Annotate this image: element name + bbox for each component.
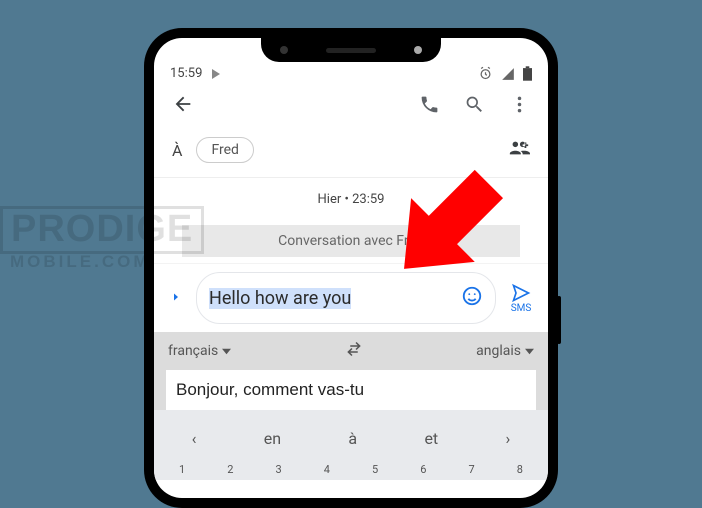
suggestion[interactable]: en [264, 429, 281, 448]
power-button [557, 296, 561, 344]
recipient-chip[interactable]: Fred [196, 137, 254, 163]
group-add-icon [508, 137, 530, 159]
suggestion[interactable]: à [348, 429, 357, 448]
conversation-banner: Conversation avec Fred [182, 225, 521, 257]
to-label: À [172, 141, 182, 160]
call-button[interactable] [419, 94, 440, 119]
send-label: SMS [511, 303, 532, 314]
overflow-button[interactable] [509, 94, 530, 119]
phone-icon [419, 94, 440, 115]
more-vert-icon [509, 94, 530, 115]
battery-icon [523, 66, 532, 81]
caret-down-icon [525, 347, 534, 356]
search-button[interactable] [464, 94, 485, 119]
send-icon [508, 283, 534, 303]
swap-icon [345, 340, 363, 358]
keyboard[interactable]: ‹ en à et › 12345678 [154, 410, 548, 480]
keyboard-chevron-right[interactable]: › [505, 429, 510, 448]
expand-composer-button[interactable] [164, 282, 188, 315]
source-language-button[interactable]: français [168, 343, 231, 359]
message-list: Hier • 23:59 Conversation avec Fred [154, 178, 548, 257]
notch [261, 38, 441, 62]
status-bar: 15:59 [154, 60, 548, 83]
message-input[interactable]: Hello how are you [196, 272, 496, 324]
suggestion[interactable]: et [424, 429, 438, 448]
translate-bar: français anglais [154, 332, 548, 410]
play-store-icon [210, 68, 222, 80]
emoji-icon [461, 285, 483, 307]
caret-down-icon [222, 347, 231, 356]
add-recipient-button[interactable] [508, 137, 530, 163]
alarm-icon [478, 66, 493, 81]
arrow-back-icon [172, 93, 194, 115]
status-time: 15:59 [170, 66, 202, 81]
back-button[interactable] [172, 93, 194, 119]
emoji-button[interactable] [461, 285, 483, 312]
chevron-right-icon [170, 290, 182, 304]
target-language-button[interactable]: anglais [476, 343, 534, 359]
swap-languages-button[interactable] [345, 340, 363, 362]
phone-frame: 15:59 À Fred [144, 28, 558, 508]
message-input-text: Hello how are you [209, 288, 455, 309]
translate-input[interactable] [166, 370, 536, 410]
send-button[interactable]: SMS [504, 283, 538, 314]
search-icon [464, 94, 485, 115]
date-separator: Hier • 23:59 [154, 192, 548, 207]
signal-icon [501, 67, 515, 81]
screen: 15:59 À Fred [154, 38, 548, 498]
keyboard-chevron-left[interactable]: ‹ [192, 429, 197, 448]
